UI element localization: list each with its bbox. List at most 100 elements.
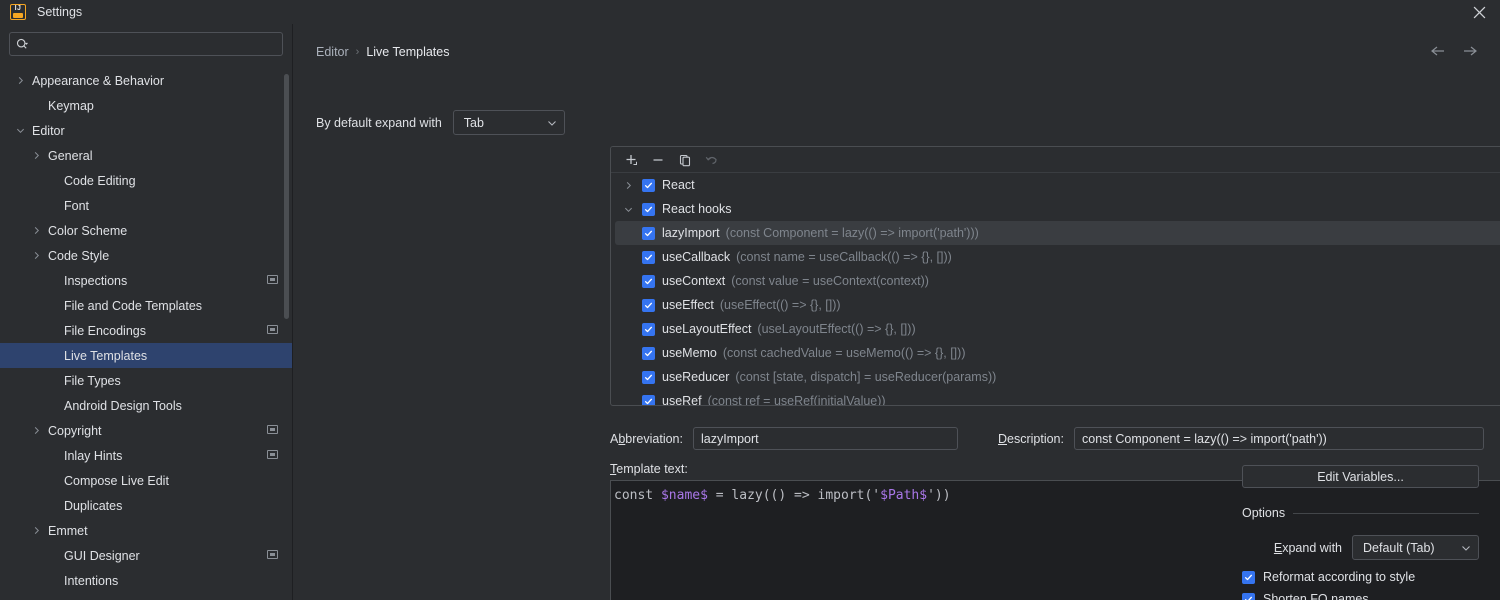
template-row[interactable]: React	[615, 173, 1500, 197]
sidebar-item-compose-live-edit[interactable]: Compose Live Edit	[0, 468, 292, 493]
chevron-down-icon	[624, 207, 633, 212]
sidebar-item-file-encodings[interactable]: File Encodings	[0, 318, 292, 343]
template-checkbox[interactable]	[642, 322, 655, 336]
template-checkbox[interactable]	[642, 178, 655, 192]
chevron-right-icon	[34, 526, 39, 535]
template-row[interactable]: useLayoutEffect (useLayoutEffect(() => {}…	[615, 317, 1500, 341]
template-checkbox[interactable]	[642, 274, 655, 288]
close-button[interactable]	[1458, 0, 1500, 24]
sidebar-item-color-scheme[interactable]: Color Scheme	[0, 218, 292, 243]
tree-twisty[interactable]	[29, 149, 43, 163]
options-separator	[1293, 512, 1479, 514]
template-checkbox[interactable]	[642, 226, 655, 240]
sidebar-item-label: Color Scheme	[48, 223, 128, 238]
template-group-twisty[interactable]	[621, 202, 636, 217]
expand-with-dropdown[interactable]: Default (Tab)	[1352, 535, 1479, 560]
check-icon	[644, 278, 653, 284]
check-icon	[644, 374, 653, 380]
option-checkbox-shorten-fq-names[interactable]: Shorten FQ names	[1242, 588, 1479, 600]
abbreviation-input[interactable]: lazyImport	[692, 427, 958, 450]
tree-twisty[interactable]	[13, 74, 27, 88]
sidebar-item-file-and-code-templates[interactable]: File and Code Templates	[0, 293, 292, 318]
template-checkbox[interactable]	[642, 394, 655, 405]
template-checkbox[interactable]	[642, 298, 655, 312]
template-row[interactable]: useEffect (useEffect(() => {}, []))	[615, 293, 1500, 317]
template-group-twisty[interactable]	[621, 178, 636, 193]
tree-twisty[interactable]	[29, 424, 43, 438]
template-checkbox[interactable]	[642, 370, 655, 384]
chevron-down-icon	[547, 120, 556, 126]
template-row[interactable]: useMemo (const cachedValue = useMemo(() =…	[615, 341, 1500, 365]
template-checkbox[interactable]	[642, 202, 655, 216]
sidebar-item-gui-designer[interactable]: GUI Designer	[0, 543, 292, 568]
sidebar-item-label: File Types	[64, 373, 121, 388]
sidebar-item-keymap[interactable]: Keymap	[0, 93, 292, 118]
code-suffix: '))	[927, 488, 951, 503]
default-expand-label: By default expand with	[316, 115, 442, 130]
chevron-down-icon	[16, 128, 24, 134]
templates-list[interactable]: React React hooks lazyImport (const Compone…	[611, 173, 1500, 405]
sidebar-item-editor[interactable]: Editor	[0, 118, 292, 143]
settings-tree[interactable]: Appearance & Behavior Keymap Editor General…	[0, 68, 292, 600]
sidebar-item-code-editing[interactable]: Code Editing	[0, 168, 292, 193]
sidebar-item-inlay-hints[interactable]: Inlay Hints	[0, 443, 292, 468]
sidebar-item-file-types[interactable]: File Types	[0, 368, 292, 393]
tree-twisty[interactable]	[29, 524, 43, 538]
tree-twisty[interactable]	[13, 124, 27, 138]
settings-sidebar: Appearance & Behavior Keymap Editor General…	[0, 24, 293, 600]
option-checkbox-reformat-according-to-style[interactable]: Reformat according to style	[1242, 566, 1479, 588]
sidebar-item-emmet[interactable]: Emmet	[0, 518, 292, 543]
sidebar-item-live-templates[interactable]: Live Templates	[0, 343, 292, 368]
remove-template-button[interactable]	[646, 149, 670, 171]
sidebar-item-general[interactable]: General	[0, 143, 292, 168]
breadcrumb-parent[interactable]: Editor	[316, 45, 349, 59]
template-name: useMemo	[662, 346, 717, 360]
project-scope-icon	[267, 550, 278, 561]
edit-variables-button[interactable]: Edit Variables...	[1242, 465, 1479, 488]
sidebar-item-duplicates[interactable]: Duplicates	[0, 493, 292, 518]
project-scope-icon	[267, 275, 278, 286]
sidebar-item-intentions[interactable]: Intentions	[0, 568, 292, 593]
sidebar-item-android-design-tools[interactable]: Android Design Tools	[0, 393, 292, 418]
checkbox[interactable]	[1242, 592, 1255, 600]
sidebar-item-code-style[interactable]: Code Style	[0, 243, 292, 268]
checkbox[interactable]	[1242, 570, 1255, 584]
default-expand-dropdown[interactable]: Tab	[452, 110, 565, 135]
search-box[interactable]	[9, 32, 283, 56]
project-scope-icon	[267, 450, 278, 461]
search-input[interactable]	[34, 37, 276, 51]
sidebar-item-inspections[interactable]: Inspections	[0, 268, 292, 293]
forward-button[interactable]	[1462, 45, 1478, 57]
edit-variables-label: Edit Variables...	[1317, 469, 1404, 484]
template-row[interactable]: useCallback (const name = useCallback(() …	[615, 245, 1500, 269]
sidebar-item-label: GUI Designer	[64, 548, 140, 563]
sidebar-item-label: Font	[64, 198, 90, 213]
options-group-header: Options	[1242, 506, 1479, 520]
search-icon	[16, 38, 29, 49]
template-row[interactable]: useContext (const value = useContext(cont…	[615, 269, 1500, 293]
main-panel: Editor › Live Templates By default expan…	[294, 24, 1500, 600]
template-row[interactable]: React hooks	[615, 197, 1500, 221]
tree-twisty[interactable]	[29, 224, 43, 238]
template-description: (const [state, dispatch] = useReducer(pa…	[735, 370, 997, 384]
check-icon	[1244, 596, 1253, 600]
template-row[interactable]: useReducer (const [state, dispatch] = use…	[615, 365, 1500, 389]
back-button[interactable]	[1430, 45, 1446, 57]
template-row[interactable]: useRef (const ref = useRef(initialValue))	[615, 389, 1500, 405]
copy-template-button[interactable]	[673, 149, 697, 171]
tree-twisty[interactable]	[29, 249, 43, 263]
plus-icon	[626, 154, 637, 165]
template-checkbox[interactable]	[642, 250, 655, 264]
sidebar-item-font[interactable]: Font	[0, 193, 292, 218]
template-name: useLayoutEffect	[662, 322, 752, 336]
description-input[interactable]: const Component = lazy(() => import('pat…	[1074, 427, 1484, 450]
sidebar-item-copyright[interactable]: Copyright	[0, 418, 292, 443]
sidebar-item-appearance-behavior[interactable]: Appearance & Behavior	[0, 68, 292, 93]
add-template-button[interactable]	[619, 149, 643, 171]
template-checkbox[interactable]	[642, 346, 655, 360]
logo-bar	[13, 13, 23, 18]
sidebar-scrollbar-thumb[interactable]	[284, 74, 289, 319]
template-row[interactable]: lazyImport (const Component = lazy(() => …	[615, 221, 1500, 245]
